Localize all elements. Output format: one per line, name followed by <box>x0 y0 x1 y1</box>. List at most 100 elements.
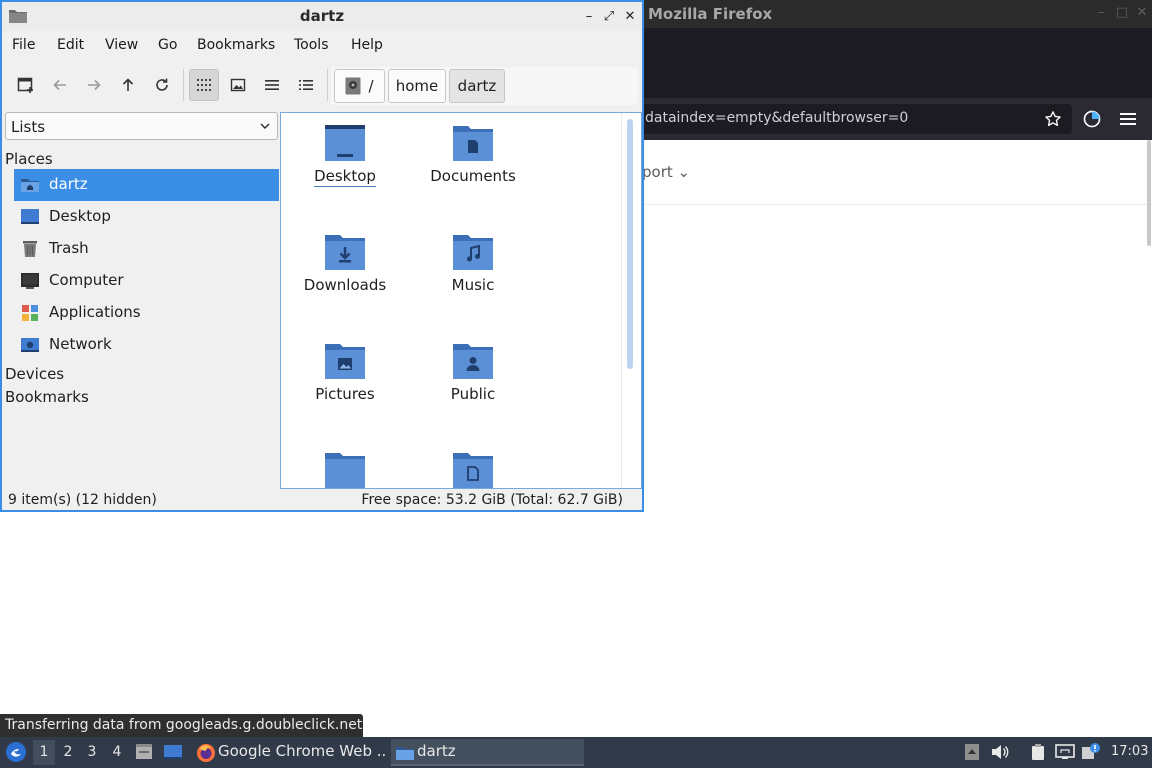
sidebar-item-label: Desktop <box>49 207 111 225</box>
network-status-button[interactable] <box>1055 742 1075 762</box>
file-item-public[interactable]: Public <box>409 333 537 433</box>
side-panel-mode-value: Lists <box>11 118 46 136</box>
start-menu-icon[interactable] <box>5 741 27 763</box>
window-title: dartz <box>299 7 345 25</box>
task-label: dartz <box>417 742 456 760</box>
bookmark-star-icon[interactable] <box>1042 108 1064 130</box>
clipboard-button[interactable] <box>1028 742 1048 762</box>
menu-bookmarks[interactable]: Bookmarks <box>197 37 275 53</box>
reload-icon <box>156 78 168 91</box>
path-button-root[interactable]: / <box>334 69 385 103</box>
icon-view-button[interactable] <box>189 69 219 101</box>
toolbar: / home dartz <box>2 61 642 109</box>
firefox-url-text[interactable]: dataindex=empty&defaultbrowser=0 <box>645 110 908 126</box>
menu-view[interactable]: View <box>105 37 138 53</box>
taskbar: 1 2 3 4 Google Chrome Web ... dartz 17:0 <box>0 737 1152 768</box>
menu-edit[interactable]: Edit <box>57 37 84 53</box>
file-item-templates-folder[interactable] <box>409 442 537 488</box>
file-item-label: Pictures <box>315 385 375 403</box>
tray-up-arrow-icon <box>965 744 979 760</box>
sidebar-item-network[interactable]: Network <box>14 329 279 361</box>
close-button[interactable]: ✕ <box>621 7 639 25</box>
file-item-generic-folder[interactable] <box>281 442 409 488</box>
volume-button[interactable] <box>990 742 1010 762</box>
file-item-downloads[interactable]: Downloads <box>281 224 409 324</box>
computer-icon <box>21 273 39 289</box>
menu-help[interactable]: Help <box>351 37 383 53</box>
sidebar-item-trash[interactable]: Trash <box>14 233 279 265</box>
thumbnail-view-button[interactable] <box>223 69 253 101</box>
file-item-documents[interactable]: Documents <box>409 115 537 215</box>
trash-icon <box>23 241 37 257</box>
side-panel-mode-select[interactable]: Lists <box>5 112 278 140</box>
status-tooltip: Transferring data from googleads.g.doubl… <box>0 714 363 737</box>
sidebar-item-dartz[interactable]: dartz <box>14 169 279 201</box>
drive-icon <box>345 77 361 95</box>
menu-tools[interactable]: Tools <box>294 37 329 53</box>
desktop-icon <box>21 209 39 224</box>
firefox-account-icon[interactable] <box>1081 108 1103 130</box>
desktop-folder-icon <box>325 125 365 161</box>
sidebar-item-label: Network <box>49 335 112 353</box>
firefox-maximize-button[interactable]: □ <box>1114 5 1130 20</box>
firefox-minimize-button[interactable]: – <box>1093 5 1109 20</box>
file-item-pictures[interactable]: Pictures <box>281 333 409 433</box>
menu-file[interactable]: File <box>12 37 35 53</box>
back-button[interactable] <box>45 69 75 101</box>
minimize-button[interactable]: – <box>580 7 598 25</box>
detailed-list-view-button[interactable] <box>291 69 321 101</box>
show-desktop-icon[interactable] <box>163 742 183 762</box>
file-manager-titlebar[interactable]: dartz – ⤢ ✕ <box>2 2 642 31</box>
toolbar-separator <box>327 69 328 101</box>
task-chrome-web-store[interactable]: Google Chrome Web ... <box>192 739 385 766</box>
desktop-switch-2[interactable]: 2 <box>57 740 79 765</box>
file-item-label: Public <box>450 385 496 403</box>
tray-expand-button[interactable] <box>962 742 982 762</box>
firefox-close-button[interactable]: ✕ <box>1134 5 1150 20</box>
desktop-switch-3[interactable]: 3 <box>81 740 103 765</box>
chevron-down-icon <box>260 123 270 130</box>
notification-button[interactable] <box>1081 742 1101 762</box>
section-places[interactable]: Places <box>5 150 53 168</box>
desktop-switch-1[interactable]: 1 <box>33 740 55 765</box>
chevron-down-icon: ⌄ <box>677 163 691 181</box>
reload-button[interactable] <box>147 69 177 101</box>
path-button-home[interactable]: home <box>388 69 446 103</box>
speaker-icon <box>992 745 1009 759</box>
task-dartz[interactable]: dartz <box>391 739 584 766</box>
file-item-music[interactable]: Music <box>409 224 537 324</box>
maximize-button[interactable]: ⤢ <box>600 7 618 25</box>
firefox-page-nav-link[interactable]: port ⌄ <box>642 163 690 181</box>
up-button[interactable] <box>113 69 143 101</box>
clock[interactable]: 17:03 <box>1111 744 1148 759</box>
compact-list-icon <box>265 80 279 90</box>
folder-icon <box>325 453 365 488</box>
new-window-button[interactable] <box>11 69 41 101</box>
menu-bar: File Edit View Go Bookmarks Tools Help <box>2 31 642 61</box>
section-bookmarks[interactable]: Bookmarks <box>5 388 89 406</box>
menu-go[interactable]: Go <box>158 37 177 53</box>
sidebar-item-label: Applications <box>49 303 141 321</box>
home-folder-icon <box>21 179 39 192</box>
desktop-switch-4[interactable]: 4 <box>106 740 128 765</box>
hamburger-menu-icon[interactable] <box>1117 108 1139 130</box>
file-manager-window: dartz – ⤢ ✕ File Edit View Go Bookmarks … <box>0 0 644 512</box>
file-item-label: Documents <box>430 167 516 185</box>
section-devices[interactable]: Devices <box>5 365 64 383</box>
scrollbar-thumb[interactable] <box>627 119 633 369</box>
file-item-desktop[interactable]: Desktop <box>281 115 409 215</box>
file-manager-launcher-icon[interactable] <box>134 742 154 762</box>
sidebar-item-label: Trash <box>49 239 89 257</box>
free-space: Free space: 53.2 GiB (Total: 62.7 GiB) <box>361 492 623 508</box>
arrow-left-icon <box>53 79 66 91</box>
sidebar-item-desktop[interactable]: Desktop <box>14 201 279 233</box>
path-button-current[interactable]: dartz <box>449 69 505 103</box>
sidebar-item-label: Computer <box>49 271 124 289</box>
sidebar-item-computer[interactable]: Computer <box>14 265 279 297</box>
sidebar-item-applications[interactable]: Applications <box>14 297 279 329</box>
compact-view-button[interactable] <box>257 69 287 101</box>
forward-button[interactable] <box>79 69 109 101</box>
network-monitor-icon <box>1055 744 1075 759</box>
file-view[interactable]: Desktop Documents Downloads Music Pictur… <box>280 112 642 489</box>
firefox-scrollbar[interactable] <box>1147 140 1151 246</box>
